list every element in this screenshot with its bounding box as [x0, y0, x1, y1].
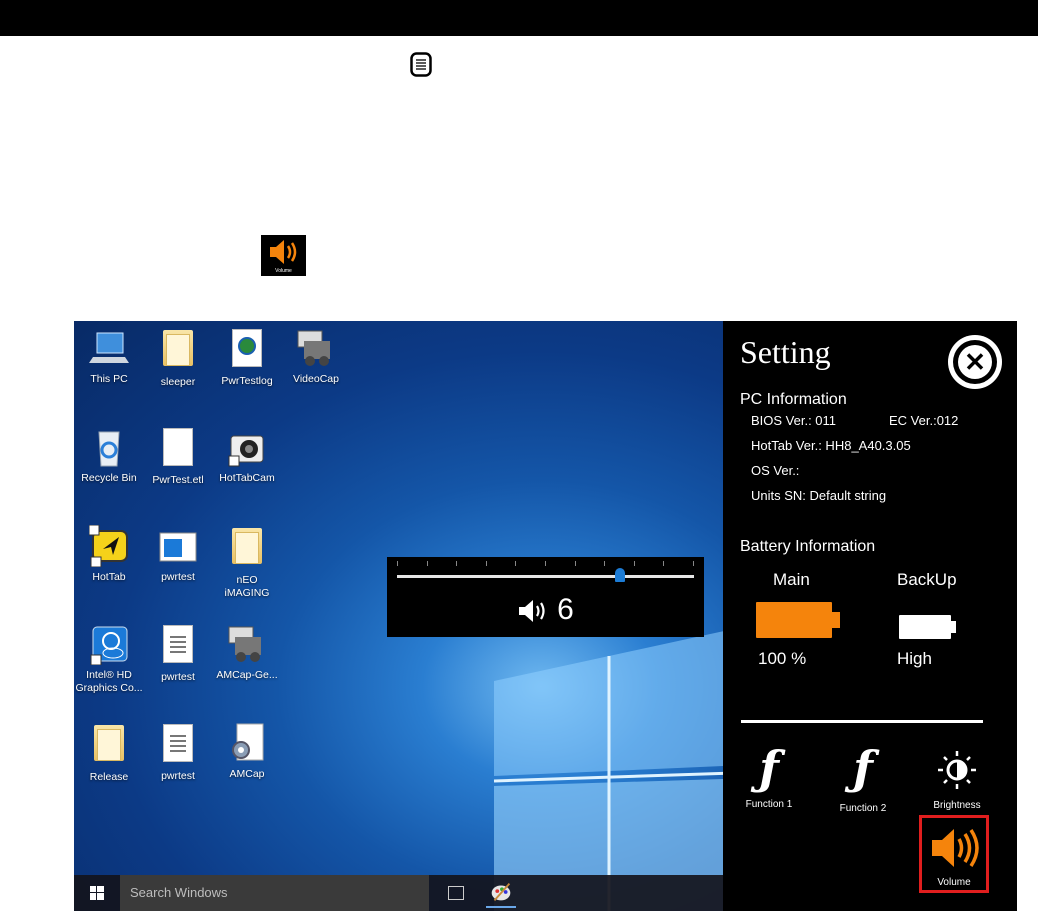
- volume-icon: [932, 829, 979, 867]
- desktop-icon-pwrtest-text-2[interactable]: pwrtest: [144, 722, 212, 783]
- desktop-icon-label: HotTabCam: [219, 472, 275, 484]
- video-capture-icon: [228, 626, 261, 662]
- brightness-icon: [938, 751, 976, 789]
- taskbar-search-box[interactable]: Search Windows: [120, 875, 429, 911]
- volume-button-reference: Volume: [261, 235, 306, 276]
- folder-icon: [232, 528, 262, 564]
- desktop-icon-neo-imaging[interactable]: nEO iMAGING: [213, 525, 281, 600]
- desktop: This PC sleeper PwrTestlog VideoCap Recy…: [74, 321, 723, 911]
- volume-osd: 6: [387, 557, 704, 637]
- recycle-bin-icon: [98, 431, 120, 467]
- desktop-icon-pwrtest-text[interactable]: pwrtest: [144, 623, 212, 684]
- hottab-screenshot: This PC sleeper PwrTestlog VideoCap Recy…: [74, 321, 1017, 911]
- window-app-icon: [159, 532, 197, 562]
- desktop-icon-hottab[interactable]: HotTab: [75, 524, 143, 584]
- file-icon: [163, 428, 193, 466]
- backup-battery-value: High: [897, 649, 932, 668]
- desktop-icon-label: PwrTest.etl: [152, 474, 204, 486]
- windows-logo-backdrop: [493, 631, 723, 911]
- volume-reference-label: Volume: [275, 268, 292, 274]
- units-sn: Units SN: Default string: [751, 488, 887, 503]
- intel-graphics-icon: [90, 626, 128, 666]
- desktop-icon-videocap[interactable]: VideoCap: [282, 327, 350, 386]
- hottab-version: HotTab Ver.: HH8_A40.3.05: [751, 438, 911, 453]
- volume-tick-marks: [397, 561, 694, 567]
- desktop-icon-label: Release: [89, 771, 129, 783]
- computer-icon: [89, 332, 129, 363]
- main-battery-value: 100 %: [758, 649, 807, 668]
- speaker-icon: [519, 600, 545, 623]
- web-document-icon: [232, 329, 262, 367]
- document-menu-icon: [410, 52, 432, 77]
- folder-icon: [94, 725, 124, 761]
- function-2-label: Function 2: [839, 803, 887, 814]
- top-black-bar: [0, 0, 1038, 36]
- volume-button[interactable]: Volume: [919, 815, 989, 893]
- page: { "desktop": { "icons": [ {"label": "Thi…: [0, 0, 1038, 911]
- volume-slider-thumb[interactable]: [614, 568, 625, 582]
- desktop-icon-pwrtest-window[interactable]: pwrtest: [144, 525, 212, 584]
- desktop-icon-label: VideoCap: [293, 373, 339, 385]
- desktop-icon-pwrtestlog[interactable]: PwrTestlog: [213, 327, 281, 388]
- main-battery-label: Main: [773, 570, 810, 589]
- text-file-icon: [163, 625, 193, 663]
- brightness-label: Brightness: [933, 800, 981, 811]
- function-1-button[interactable]: ƒ Function 1: [731, 742, 807, 818]
- desktop-icon-label: HotTab: [92, 571, 126, 583]
- desktop-icon-label: sleeper: [160, 376, 196, 388]
- desktop-icon-label: pwrtest: [161, 770, 195, 782]
- hottab-arrow-icon: [88, 524, 128, 568]
- volume-slider-fill: [397, 575, 620, 578]
- close-button[interactable]: ✕: [948, 335, 1002, 389]
- video-capture-icon: [297, 330, 330, 366]
- text-file-icon: [163, 724, 193, 762]
- backup-battery-label: BackUp: [897, 570, 957, 589]
- ec-version: EC Ver.:012: [889, 413, 959, 428]
- camera-icon: [228, 435, 264, 467]
- brightness-button[interactable]: Brightness: [919, 742, 995, 818]
- desktop-icon-label: Recycle Bin: [81, 472, 137, 484]
- desktop-icon-label: pwrtest: [161, 571, 195, 583]
- battery-information-heading: Battery Information: [740, 538, 876, 555]
- desktop-icon-label: PwrTestlog: [221, 375, 273, 387]
- volume-value: 6: [387, 593, 704, 627]
- desktop-icon-label: Intel® HD Graphics Co...: [75, 669, 143, 694]
- desktop-icon-sleeper[interactable]: sleeper: [144, 327, 212, 389]
- desktop-icon-label: AMCap: [229, 768, 265, 780]
- desktop-icon-pwrtest-etl[interactable]: PwrTest.etl: [144, 426, 212, 487]
- os-version: OS Ver.:: [751, 463, 800, 478]
- paint-app-icon[interactable]: [486, 878, 516, 908]
- pc-information-heading: PC Information: [740, 391, 847, 408]
- taskbar: Search Windows: [74, 875, 723, 911]
- volume-slider-track[interactable]: [397, 568, 694, 582]
- speaker-icon: [270, 240, 297, 264]
- desktop-icon-amcap-ge[interactable]: AMCap-Ge...: [213, 623, 281, 682]
- desktop-icon-label: This PC: [90, 373, 128, 385]
- setting-panel: Setting ✕ PC Information BIOS Ver.: 011 …: [723, 321, 1017, 911]
- function-1-label: Function 1: [745, 799, 793, 810]
- task-view-icon[interactable]: [448, 886, 464, 900]
- desktop-icon-label: AMCap-Ge...: [216, 669, 278, 681]
- gear-file-icon: [232, 723, 264, 761]
- desktop-icon-hottabcam[interactable]: HotTabCam: [213, 426, 281, 485]
- folder-icon: [163, 330, 193, 366]
- section-divider: [741, 720, 983, 723]
- close-icon: ✕: [964, 347, 986, 377]
- volume-label: Volume: [937, 877, 971, 888]
- function-2-button[interactable]: ƒ Function 2: [825, 742, 901, 818]
- windows-start-icon[interactable]: [90, 886, 104, 900]
- desktop-icon-release[interactable]: Release: [75, 722, 143, 784]
- setting-title: Setting: [740, 334, 831, 370]
- function-icon: ƒ: [759, 741, 779, 795]
- bios-version: BIOS Ver.: 011: [751, 413, 837, 428]
- volume-level-text: 6: [557, 593, 574, 626]
- desktop-icon-intel-graphics[interactable]: Intel® HD Graphics Co...: [75, 623, 143, 695]
- desktop-icon-recycle-bin[interactable]: Recycle Bin: [75, 426, 143, 485]
- function-icon: ƒ: [853, 741, 873, 795]
- desktop-icon-label: pwrtest: [161, 671, 195, 683]
- desktop-icon-label: nEO iMAGING: [224, 574, 270, 599]
- desktop-icon-amcap[interactable]: AMCap: [213, 722, 281, 781]
- desktop-icon-this-pc[interactable]: This PC: [75, 327, 143, 386]
